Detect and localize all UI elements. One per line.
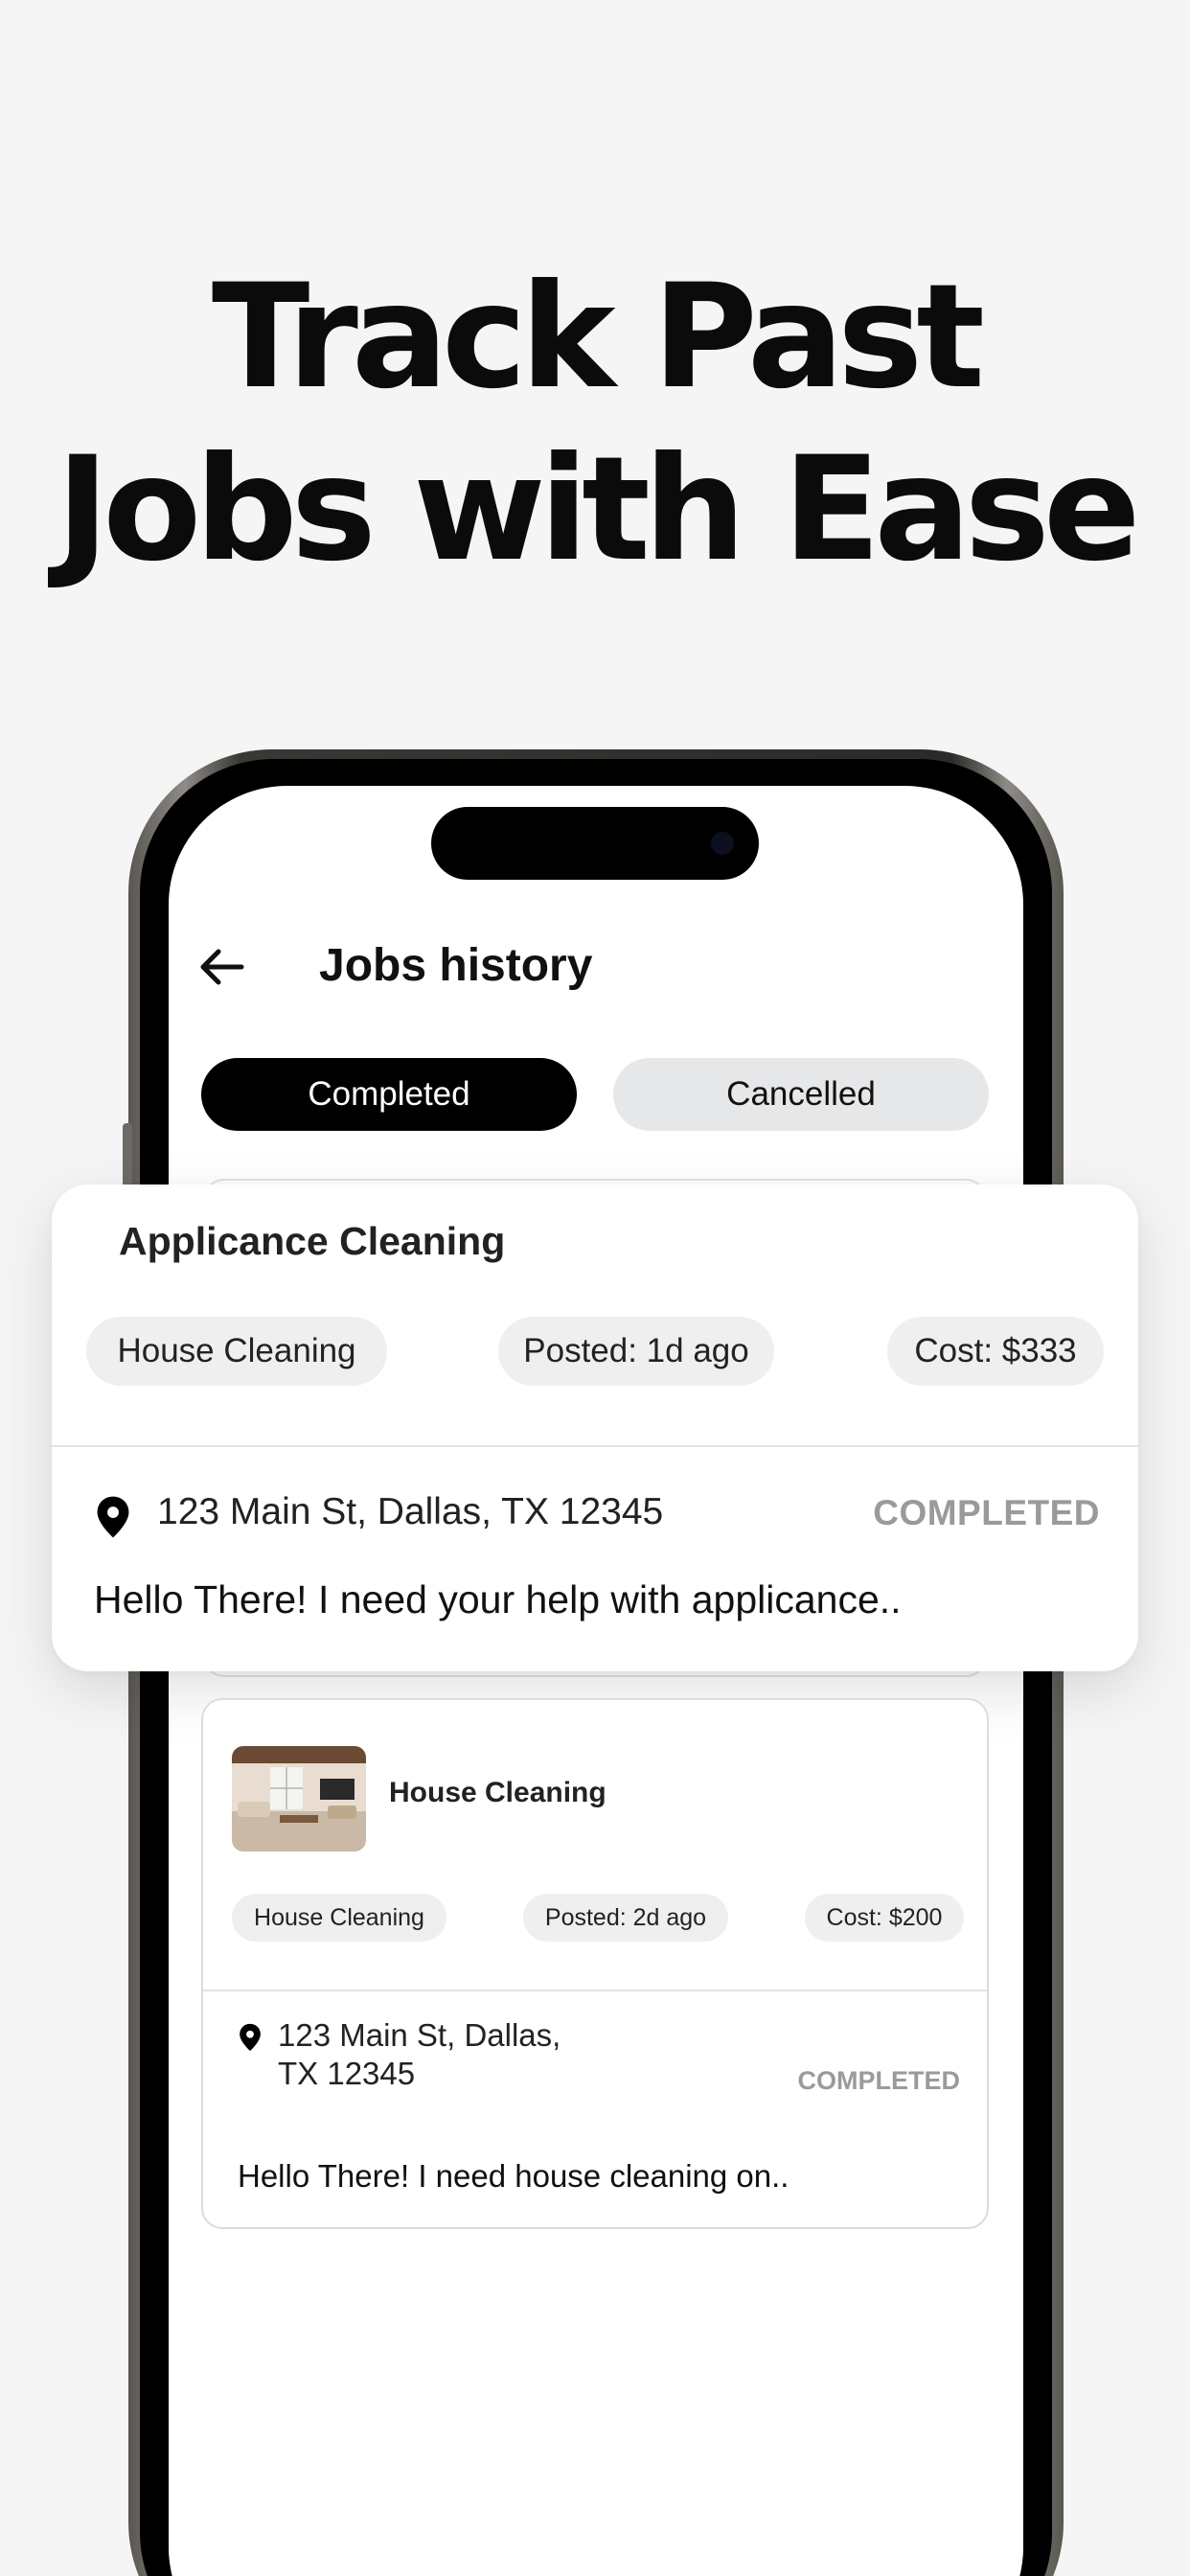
job-card[interactable]: House Cleaning House Cleaning Posted: 2d…	[201, 1698, 989, 2229]
job-card-highlighted[interactable]: Applicance Cleaning House Cleaning Poste…	[52, 1184, 1138, 1671]
card-divider	[203, 1990, 987, 1991]
phone-action-button	[123, 1123, 132, 1190]
marketing-headline: Track Past Jobs with Ease	[0, 251, 1190, 596]
location-pin-icon	[97, 1496, 129, 1538]
job-address: 123 Main St, Dallas, TX 12345	[157, 1491, 664, 1532]
arrow-left-icon	[200, 949, 244, 985]
status-badge: COMPLETED	[797, 2066, 960, 2095]
job-thumbnail	[232, 1746, 366, 1852]
category-chip: House Cleaning	[86, 1317, 387, 1386]
page-title: Jobs history	[319, 940, 593, 991]
back-button[interactable]	[197, 945, 245, 989]
address-line-2: TX 12345	[278, 2056, 416, 2091]
status-badge: COMPLETED	[873, 1493, 1100, 1532]
posted-chip: Posted: 2d ago	[523, 1894, 728, 1942]
phone-screen	[169, 786, 1023, 2576]
job-address: 123 Main St, Dallas, TX 12345	[278, 2016, 604, 2093]
app-store-screenshot: Track Past Jobs with Ease Jobs history C…	[0, 0, 1190, 2576]
location-pin-icon	[240, 2023, 261, 2052]
job-title: House Cleaning	[389, 1777, 606, 1808]
tab-completed[interactable]: Completed	[201, 1058, 577, 1131]
category-chip: House Cleaning	[232, 1894, 446, 1942]
tab-cancelled[interactable]: Cancelled	[613, 1058, 989, 1131]
cost-chip: Cost: $200	[805, 1894, 964, 1942]
job-message: Hello There! I need house cleaning on..	[238, 2158, 790, 2194]
headline-line-1: Track Past	[211, 254, 985, 421]
job-title: Applicance Cleaning	[119, 1219, 506, 1263]
cost-chip: Cost: $333	[887, 1317, 1104, 1386]
dynamic-island	[431, 807, 759, 880]
posted-chip: Posted: 1d ago	[498, 1317, 774, 1386]
address-line-1: 123 Main St, Dallas,	[278, 2017, 561, 2053]
card-divider	[52, 1445, 1138, 1447]
front-camera	[711, 832, 734, 855]
headline-line-2: Jobs with Ease	[56, 426, 1140, 593]
job-message: Hello There! I need your help with appli…	[94, 1577, 902, 1622]
